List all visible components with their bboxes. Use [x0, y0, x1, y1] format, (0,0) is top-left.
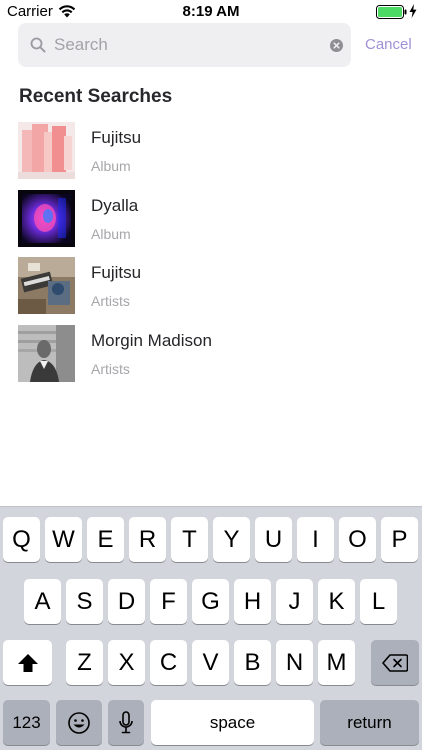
- recent-searches-list: Fujitsu Album Dyalla Album Fujitsu Artis…: [0, 122, 422, 392]
- key-w[interactable]: W: [45, 517, 82, 562]
- album-artwork-thumbnail: [18, 122, 75, 179]
- recent-item-type: Album: [91, 225, 131, 242]
- keyboard: Q W E R T Y U I O P A S D F G H J K L Z …: [0, 506, 422, 750]
- key-a[interactable]: A: [24, 579, 61, 624]
- key-i[interactable]: I: [297, 517, 334, 562]
- key-x[interactable]: X: [108, 640, 145, 685]
- recent-item-title: Dyalla: [91, 195, 139, 215]
- recent-item-type: Album: [91, 158, 131, 174]
- artist-photo-thumbnail: [18, 324, 75, 382]
- key-m[interactable]: M: [318, 640, 355, 685]
- key-l[interactable]: L: [360, 579, 397, 624]
- search-icon: [30, 37, 46, 53]
- key-z[interactable]: Z: [66, 640, 103, 685]
- recent-item-dyalla-album[interactable]: Dyalla Album: [0, 189, 422, 258]
- shift-key[interactable]: [3, 640, 52, 685]
- status-time: 8:19 AM: [182, 3, 240, 20]
- key-j[interactable]: J: [276, 579, 313, 624]
- battery-icon: [376, 5, 408, 19]
- key-g[interactable]: G: [192, 579, 229, 624]
- key-v[interactable]: V: [192, 640, 229, 685]
- recent-item-title: Fujitsu: [91, 263, 142, 282]
- key-t[interactable]: T: [171, 517, 208, 562]
- search-input[interactable]: [54, 23, 324, 67]
- space-key[interactable]: space: [151, 700, 314, 745]
- key-q[interactable]: Q: [3, 517, 40, 562]
- backspace-icon: [382, 653, 408, 672]
- key-f[interactable]: F: [150, 579, 187, 624]
- key-d[interactable]: D: [108, 579, 145, 624]
- recent-item-fujitsu-album[interactable]: Fujitsu Album: [0, 122, 422, 190]
- key-y[interactable]: Y: [213, 517, 250, 562]
- key-e[interactable]: E: [87, 517, 124, 562]
- emoji-key[interactable]: [56, 700, 102, 745]
- recent-item-type: Artists: [91, 293, 130, 309]
- recent-item-type: Artists: [91, 360, 130, 377]
- recent-item-title: Fujitsu: [91, 128, 142, 147]
- emoji-face-icon: [68, 711, 90, 734]
- delete-key[interactable]: [371, 640, 419, 685]
- shift-arrow-icon: [17, 653, 38, 672]
- cancel-button[interactable]: Cancel: [365, 36, 412, 53]
- recent-searches-title: Recent Searches: [19, 86, 173, 107]
- dictation-key[interactable]: [108, 700, 144, 745]
- numbers-key[interactable]: 123: [3, 700, 50, 745]
- microphone-icon: [119, 710, 133, 733]
- artist-photo-thumbnail: [18, 257, 75, 314]
- clear-search-icon[interactable]: [330, 39, 343, 52]
- return-key[interactable]: return: [320, 700, 419, 745]
- recent-item-fujitsu-artist[interactable]: Fujitsu Artists: [0, 257, 422, 325]
- recent-item-morgin-madison-artist[interactable]: Morgin Madison Artists: [0, 324, 422, 393]
- key-r[interactable]: R: [129, 517, 166, 562]
- key-c[interactable]: C: [150, 640, 187, 685]
- search-field[interactable]: [18, 23, 351, 67]
- key-h[interactable]: H: [234, 579, 271, 624]
- key-b[interactable]: B: [234, 640, 271, 685]
- recent-item-title: Morgin Madison: [91, 330, 212, 350]
- key-o[interactable]: O: [339, 517, 376, 562]
- key-s[interactable]: S: [66, 579, 103, 624]
- key-u[interactable]: U: [255, 517, 292, 562]
- status-bar: Carrier 8:19 AM: [0, 0, 422, 22]
- key-n[interactable]: N: [276, 640, 313, 685]
- key-k[interactable]: K: [318, 579, 355, 624]
- album-artwork-thumbnail: [18, 189, 75, 247]
- charging-bolt-icon: [409, 4, 417, 18]
- key-p[interactable]: P: [381, 517, 418, 562]
